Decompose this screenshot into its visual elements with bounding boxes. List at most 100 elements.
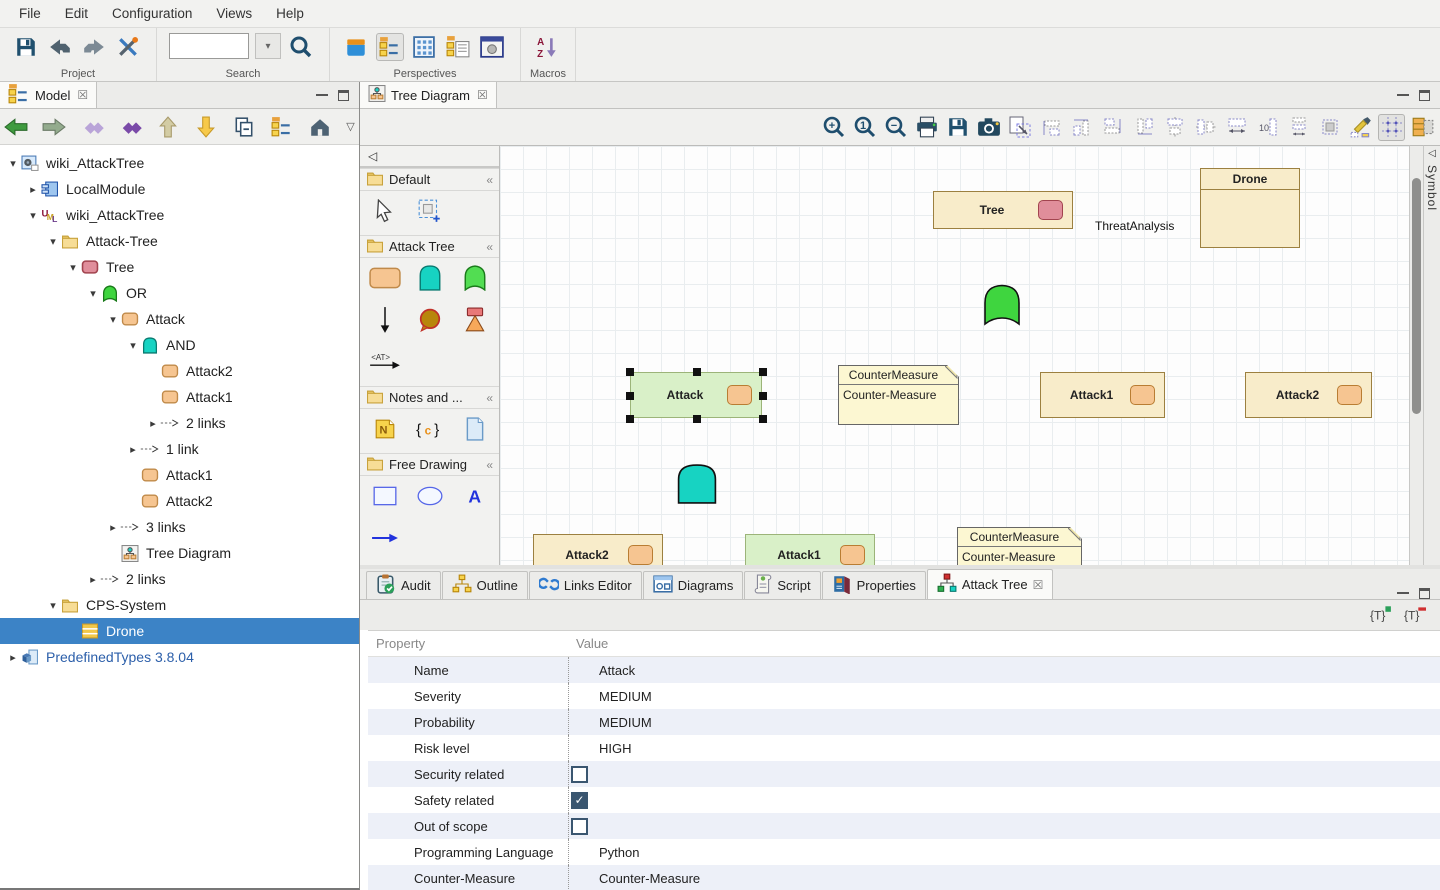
tree-item-tree[interactable]: ▾Tree [0,254,359,280]
menu-edit[interactable]: Edit [54,2,99,25]
palette-tool-marquee-add[interactable] [407,195,452,227]
property-row-out-of-scope[interactable]: Out of scope [368,813,1440,839]
tree-item-3-links[interactable]: ▸3 links [0,514,359,540]
bottom-tab-properties[interactable]: Properties [822,571,926,599]
diagram-node-attack2b[interactable]: Attack2 [533,534,663,565]
expander-down-icon[interactable]: ▾ [46,235,60,248]
diagram-gate-and[interactable] [675,462,719,510]
bottom-tab-outline[interactable]: Outline [442,571,528,599]
expander-right-icon[interactable]: ▸ [126,443,140,456]
diagram-node-tree[interactable]: Tree [933,191,1073,229]
tree-item-tree-diagram[interactable]: Tree Diagram [0,540,359,566]
property-value[interactable]: HIGH [568,735,1440,761]
align-bottom-icon[interactable] [1099,114,1126,141]
property-row-programming-language[interactable]: Programming LanguagePython [368,839,1440,865]
node-badge-orange[interactable] [628,545,653,565]
tree-item-attack2[interactable]: Attack2 [0,358,359,384]
checkbox-out-of-scope[interactable] [571,818,588,835]
palette-tool-note[interactable]: N [362,413,407,445]
diagram-note-note2[interactable]: CounterMeasureCounter-Measure [957,527,1082,565]
screenshot-icon[interactable] [975,114,1002,141]
property-row-severity[interactable]: SeverityMEDIUM [368,683,1440,709]
palette-tool-and-gate[interactable] [407,262,452,294]
distribute-icon[interactable] [1285,114,1312,141]
model-tab-close-icon[interactable]: ☒ [77,88,88,102]
palette-section-default[interactable]: Default« [360,168,499,191]
selection-handle[interactable] [759,415,767,423]
tree-item-and[interactable]: ▾AND [0,332,359,358]
bottom-tab-links-editor[interactable]: Links Editor [529,571,642,599]
palette-tool-rectangle[interactable] [362,480,407,512]
tree-item-attack1[interactable]: Attack1 [0,384,359,410]
tools-icon[interactable] [114,33,142,61]
align-right-icon[interactable] [1130,114,1157,141]
expander-down-icon[interactable]: ▾ [6,157,20,170]
add-parameter-icon[interactable]: {T} [1370,605,1392,626]
expander-down-icon[interactable]: ▾ [46,599,60,612]
selection-handle[interactable] [693,368,701,376]
diagram-note-note1[interactable]: CounterMeasureCounter-Measure [838,365,959,425]
bottom-tab-audit[interactable]: Audit [366,571,441,599]
list-perspective-icon[interactable] [444,33,472,61]
palette-tool-text[interactable]: A [452,480,497,512]
tree-item-wiki-attacktree[interactable]: ▾wiki_AttackTree [0,150,359,176]
tree-item-localmodule[interactable]: ▸LocalModule [0,176,359,202]
selection-handle[interactable] [693,415,701,423]
save-icon[interactable] [12,33,40,61]
palette-tool-constraint[interactable]: {c} [407,413,452,445]
bottom-tab-script[interactable]: Script [744,571,820,599]
center-horizontal-icon[interactable] [1161,114,1188,141]
expander-right-icon[interactable]: ▸ [86,573,100,586]
center-vertical-icon[interactable] [1192,114,1219,141]
tree-item-attack-tree[interactable]: ▾Attack-Tree [0,228,359,254]
up-icon[interactable] [156,115,180,139]
expander-down-icon[interactable]: ▾ [126,339,140,352]
palette-tool-sequence[interactable] [452,304,497,336]
diagram-node-attack[interactable]: Attack [630,372,762,418]
tree-item-2-links[interactable]: ▸2 links [0,566,359,592]
diagram-node-attack1b[interactable]: Attack1 [745,534,875,565]
property-value[interactable]: MEDIUM [568,709,1440,735]
bottom-tab-diagrams[interactable]: Diagrams [643,571,744,599]
back-icon[interactable] [4,115,28,139]
snap-grid-icon[interactable] [1378,114,1405,141]
diagram-node-drone[interactable]: Drone [1200,168,1300,248]
property-value[interactable]: Counter-Measure [568,865,1440,890]
property-row-probability[interactable]: ProbabilityMEDIUM [368,709,1440,735]
palette-tool-ellipse[interactable] [407,480,452,512]
palette-section-notes-and-[interactable]: Notes and ...« [360,386,499,409]
menu-help[interactable]: Help [265,2,315,25]
scrollbar-thumb[interactable] [1412,178,1421,414]
checkbox-safety-related[interactable]: ✓ [571,792,588,809]
palette-tool-cursor[interactable] [362,195,407,227]
palette-tool-document[interactable] [452,413,497,445]
grid-perspective-icon[interactable] [410,33,438,61]
print-icon[interactable] [913,114,940,141]
property-value[interactable]: Python [568,839,1440,865]
tree-view-icon[interactable] [270,115,294,139]
tree-perspective-icon[interactable] [376,33,404,61]
tree-diagram-tab-close-icon[interactable]: ☒ [477,88,488,102]
expander-down-icon[interactable]: ▾ [86,287,100,300]
search-icon[interactable] [287,33,315,61]
same-height-icon[interactable]: 10 [1254,114,1281,141]
diagram-canvas[interactable]: ThreatAnalysisTreeDroneAttackCounterMeas… [500,145,1409,565]
palette-tool-or-gate[interactable] [452,262,497,294]
node-badge-orange[interactable] [1130,385,1155,405]
minimize-button[interactable] [316,91,328,96]
section-fold-icon[interactable]: « [486,458,493,472]
format-painter-icon[interactable] [1347,114,1374,141]
expander-down-icon[interactable]: ▾ [26,209,40,222]
selection-handle[interactable] [759,392,767,400]
symbol-table-icon[interactable] [1409,114,1436,141]
forward-icon[interactable] [42,115,66,139]
tree-item-or[interactable]: ▾OR [0,280,359,306]
search-input[interactable] [169,33,249,59]
tree-item-cps-system[interactable]: ▾CPS-System [0,592,359,618]
node-badge-pink[interactable] [1038,200,1063,220]
tab-model[interactable]: Model ☒ [0,82,97,108]
search-dropdown-button[interactable]: ▾ [255,33,281,59]
menu-file[interactable]: File [8,2,52,25]
expander-right-icon[interactable]: ▸ [26,183,40,196]
fit-selection-icon[interactable] [1006,114,1033,141]
